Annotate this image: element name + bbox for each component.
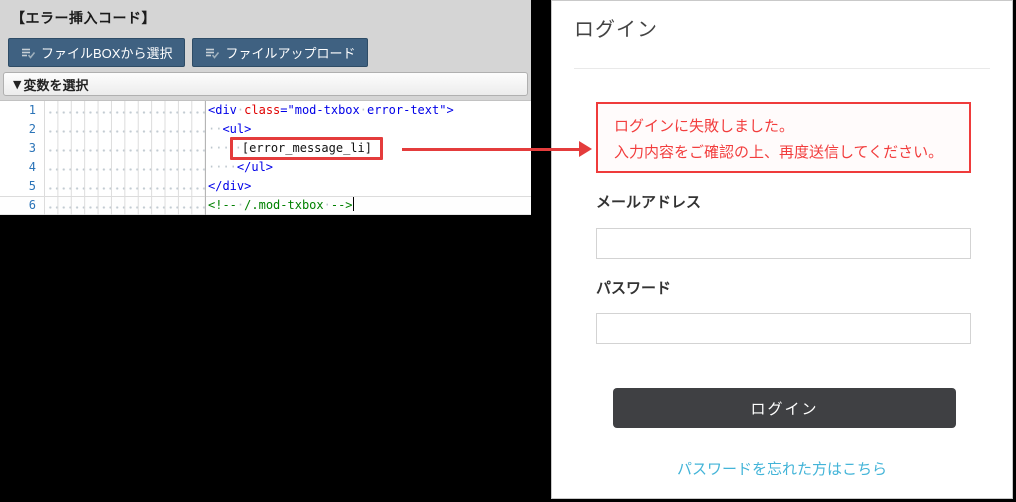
divider [574, 68, 990, 69]
variable-select-collapse-bar[interactable]: ▼ 変数を選択 [3, 72, 528, 96]
text-cursor [352, 197, 354, 211]
whitespace-markers [44, 101, 206, 120]
filebox-select-label: ファイルBOXから選択 [41, 46, 173, 61]
list-check-icon [205, 47, 220, 59]
login-page-title: ログイン [574, 17, 658, 41]
code-text: <!--·/.mod-txbox·--> [208, 197, 354, 212]
code-text: ··· ·[error_message_li] [206, 137, 383, 160]
line-number: 5 [28, 179, 36, 193]
email-input[interactable] [596, 228, 971, 259]
code-line: 6 <!--·/.mod-txbox·--> [0, 196, 531, 215]
toolbar: ファイルBOXから選択 ファイルアップロード [8, 38, 369, 67]
whitespace-markers [44, 196, 206, 215]
login-preview-panel: ログイン ログインに失敗しました。 入力内容をご確認の上、再度送信してください。… [551, 0, 1013, 499]
variable-select-label: 変数を選択 [23, 78, 89, 94]
annotation-arrow-line [402, 148, 580, 151]
error-code-panel: 【エラー挿入コード】 ファイルBOXから選択 ファイルアップロード ▼ 変数を選… [0, 0, 531, 215]
email-label: メールアドレス [596, 193, 702, 211]
login-error-message-box: ログインに失敗しました。 入力内容をご確認の上、再度送信してください。 [596, 102, 971, 173]
list-check-icon [21, 47, 35, 59]
password-label: パスワード [596, 279, 672, 297]
line-number: 4 [28, 160, 36, 174]
code-lines: 1 <div·class="mod-txbox·error-text"> 2 ··<u… [0, 101, 531, 215]
filebox-select-button[interactable]: ファイルBOXから選択 [8, 38, 186, 67]
code-line: 5 </div> [0, 177, 531, 196]
code-editor[interactable]: 1 <div·class="mod-txbox·error-text"> 2 ··<u… [0, 100, 531, 215]
line-number: 3 [28, 141, 36, 155]
code-text: <div·class="mod-txbox·error-text"> [208, 103, 454, 117]
password-input[interactable] [596, 313, 971, 344]
file-upload-button[interactable]: ファイルアップロード [192, 38, 369, 67]
error-message-line2: 入力内容をご確認の上、再度送信してください。 [614, 143, 944, 161]
collapse-triangle-icon: ▼ [13, 77, 22, 91]
code-text: ····</ul> [208, 160, 274, 174]
whitespace-markers [44, 120, 206, 139]
panel-title: 【エラー挿入コード】 [11, 11, 156, 27]
annotation-arrow-icon [579, 141, 592, 157]
code-line: 4 ····</ul> [0, 158, 531, 177]
forgot-password-link[interactable]: パスワードを忘れた方はこちら [552, 458, 1012, 479]
error-message-line1: ログインに失敗しました。 [614, 117, 795, 135]
whitespace-markers [44, 177, 206, 196]
line-number: 1 [28, 103, 36, 117]
code-line: 1 <div·class="mod-txbox·error-text"> [0, 101, 531, 120]
login-submit-button[interactable]: ログイン [613, 388, 956, 428]
line-number: 2 [28, 122, 36, 136]
code-text: </div> [208, 179, 252, 193]
highlight-box: ·[error_message_li] [229, 137, 383, 160]
line-number: 6 [28, 198, 36, 212]
whitespace-markers [44, 139, 206, 158]
file-upload-label: ファイルアップロード [225, 46, 356, 61]
whitespace-markers [44, 158, 206, 177]
